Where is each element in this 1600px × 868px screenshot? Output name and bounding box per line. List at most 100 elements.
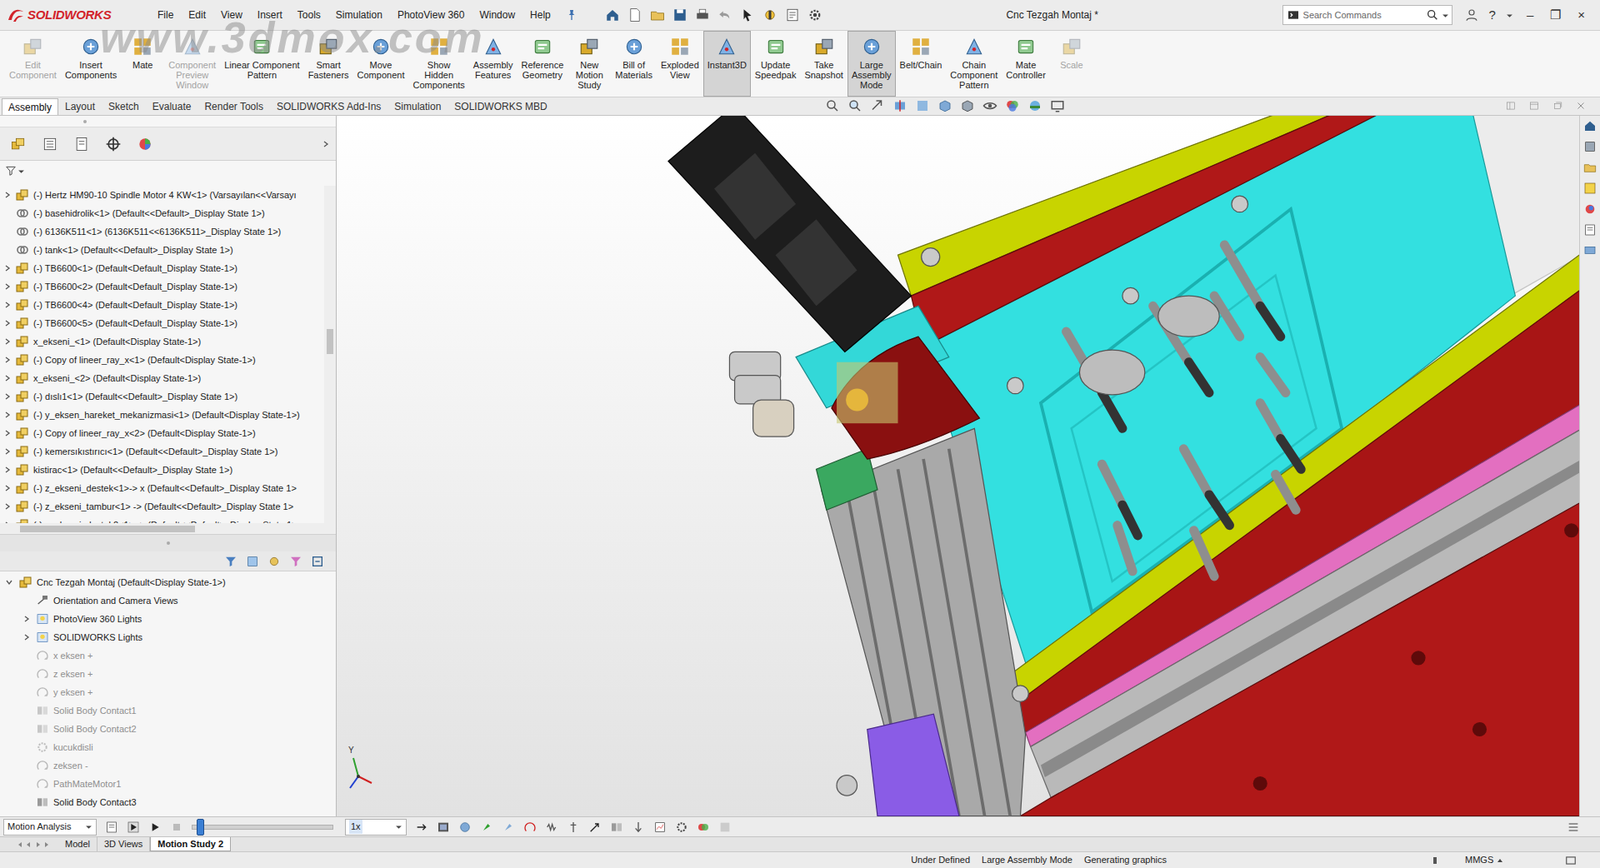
damper-icon[interactable] [566,820,580,835]
file-properties-icon[interactable] [785,7,800,23]
appearances-icon[interactable] [1583,202,1597,216]
print-icon[interactable] [695,7,710,23]
playback-mode-icon[interactable] [415,820,429,835]
expand-toggle[interactable] [0,466,15,474]
menu-item[interactable]: View [213,7,250,23]
tree-item[interactable]: x_ekseni_<2> (Default<Display State-1>) [0,369,325,388]
tile-left-icon[interactable] [1505,100,1517,112]
autokey-icon[interactable] [480,820,494,835]
motion-tree-item[interactable]: PathMateMotor1 [0,775,336,794]
expand-toggle[interactable] [20,634,34,641]
property-manager-icon[interactable] [41,135,59,153]
home-icon[interactable] [605,7,620,23]
save-icon[interactable] [672,7,688,23]
take-snapshot-button[interactable]: Take Snapshot [800,30,847,97]
previous-view-icon[interactable] [870,98,885,114]
zoom-to-fit-icon[interactable] [825,98,840,114]
document-tab[interactable]: Motion Study 2 [150,837,231,852]
motion-tree-item[interactable]: SOLIDWORKS Lights [0,628,336,647]
command-tab[interactable]: SOLIDWORKS MBD [447,98,554,115]
feature-manager-icon[interactable] [10,135,27,153]
tree-item[interactable]: (-) dıslı1<1> (Default<<Default>_Display… [0,387,325,406]
expand-toggle[interactable] [0,430,15,437]
tree-item[interactable]: (-) Hertz HM90-10 Spindle Motor 4 KW<1> … [0,185,325,205]
calculate-icon[interactable] [105,820,119,835]
tab-scroll-icon[interactable] [5,837,59,852]
tile-right-icon[interactable] [1528,100,1540,112]
search-box[interactable] [1282,5,1453,25]
view-settings-icon[interactable] [1050,98,1065,114]
tree-item[interactable]: (-) Copy of lineer_ray_x<1> (Default<Dis… [0,350,325,370]
tree-item[interactable]: (-) tank<1> (Default<<Default>_Display S… [0,240,325,260]
view-orientation-icon[interactable] [937,98,953,114]
tree-item[interactable]: (-) TB6600<5> (Default<Default_Display S… [0,314,325,333]
command-tab[interactable]: Render Tools [197,98,270,115]
custom-properties-icon[interactable] [1583,223,1597,237]
section-view-icon[interactable] [892,98,908,114]
reference-geometry-button[interactable]: Reference Geometry [517,30,569,97]
large-assembly-mode-button[interactable]: Large Assembly Mode [847,30,896,97]
document-tab[interactable]: Model [58,837,98,852]
restore-viewport-icon[interactable] [1551,100,1564,112]
help-button[interactable]: ? [1489,5,1496,25]
linear-component-pattern-button[interactable]: Linear Component Pattern [220,30,305,97]
shaded-results-icon[interactable] [718,820,732,835]
view-palette-icon[interactable] [1583,181,1597,195]
mate-button[interactable]: Mate [120,30,165,97]
motion-tree-item[interactable]: Solid Body Contact2 [0,720,336,739]
motion-tree-item[interactable]: kucukdisli [0,738,336,757]
timeline-slider[interactable] [191,825,334,830]
menu-item[interactable]: PhotoView 360 [390,7,473,23]
horizontal-scrollbar[interactable] [0,523,336,535]
expand-toggle[interactable] [0,338,15,345]
scrollbar-thumb[interactable] [326,329,334,355]
undo-icon[interactable] [717,7,733,23]
menu-item[interactable]: Window [471,7,523,23]
tree-item[interactable]: (-) basehidrolik<1> (Default<<Default>_D… [0,204,325,223]
scrollbar-thumb[interactable] [20,525,195,533]
solidworks-logo[interactable]: SOLIDWORKS [0,5,150,25]
graphics-area[interactable]: Y [336,115,1580,817]
document-tab[interactable]: 3D Views [97,837,150,852]
tree-item[interactable]: (-) 6136K511<1> (6136K511<<6136K511>_Dis… [0,222,325,241]
tree-item[interactable]: x_ekseni_<1> (Default<Display State-1>) [0,332,325,351]
design-library-icon[interactable] [1583,140,1597,154]
tree-item[interactable]: (-) z_ekseni_tambur<1> -> (Default<<Defa… [0,497,325,516]
appearance-icon[interactable] [1005,98,1020,114]
options-gear-icon[interactable] [807,7,823,23]
collapse-motion-manager-icon[interactable] [1566,820,1580,835]
view-triad[interactable]: Y [346,746,384,794]
zoom-area-icon[interactable] [847,98,863,114]
close-viewport-icon[interactable] [1575,100,1587,112]
hide-show-icon[interactable] [982,98,998,114]
smart-fasteners-button[interactable]: Smart Fasteners [304,30,354,97]
show-hidden-components-button[interactable]: Show Hidden Components [408,30,469,97]
instant3d-button[interactable]: Instant3D [703,30,751,97]
motion-tree-item[interactable]: y eksen + [0,683,336,702]
expand-toggle[interactable] [0,356,15,364]
menu-item[interactable]: Edit [180,7,214,23]
menu-item[interactable]: Help [522,7,559,23]
motion-tree-item[interactable]: z eksen + [0,665,336,684]
command-tab[interactable]: SOLIDWORKS Add-Ins [270,98,388,115]
playback-speed-dropdown[interactable]: 1x [345,819,407,836]
rebuild-icon[interactable] [762,7,778,23]
filter-animating-icon[interactable] [224,555,238,569]
update-speedpak-button[interactable]: Update Speedpak [750,30,801,97]
expand-toggle[interactable] [0,503,15,510]
play-from-start-icon[interactable] [126,820,140,835]
tree-item[interactable]: (-) kemersıkıstırıcı<1> (Default<<Defaul… [0,442,325,461]
play-icon[interactable] [148,820,162,835]
expand-toggle[interactable] [0,485,15,492]
display-manager-icon[interactable] [136,135,154,153]
expand-toggle[interactable] [0,375,15,382]
customize-status-icon[interactable] [1565,855,1577,867]
window-control-button[interactable]: ❐ [1546,5,1565,25]
tree-item[interactable]: (-) TB6600<4> (Default<Default_Display S… [0,295,325,315]
new-motion-study-button[interactable]: New Motion Study [567,30,611,97]
filter-results-icon[interactable] [289,555,303,569]
units-selector[interactable]: MMGS [1465,853,1565,868]
insert-components-button[interactable]: Insert Components [60,30,121,97]
user-icon[interactable] [1464,7,1480,23]
expand-toggle[interactable] [0,191,15,199]
